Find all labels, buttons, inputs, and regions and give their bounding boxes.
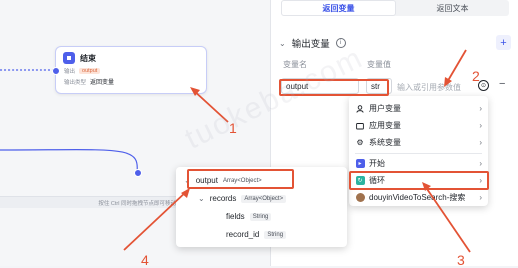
annotation-2: 2 bbox=[472, 68, 480, 84]
popup-row-record-id[interactable]: record_id String bbox=[226, 230, 287, 239]
dropdown-item-label: 用户变量 bbox=[369, 104, 401, 113]
end-node-output-label: 输出 bbox=[64, 69, 76, 75]
status-text: 按住 Ctrl 同时拖拽节点即可移动 bbox=[98, 200, 176, 207]
dropdown-item-label: 应用变量 bbox=[369, 121, 401, 130]
var-name: record_id bbox=[226, 230, 260, 239]
return-mode-tabs: 返回变量 返回文本 bbox=[281, 0, 509, 16]
folder-icon bbox=[355, 122, 365, 130]
dropdown-item-user-vars[interactable]: 用户变量 › bbox=[349, 100, 488, 117]
end-node-input-port[interactable] bbox=[52, 67, 60, 75]
user-icon bbox=[355, 104, 365, 113]
end-node-icon bbox=[63, 52, 75, 64]
column-header-value: 变量值 bbox=[367, 60, 391, 69]
end-node-title: 结束 bbox=[80, 53, 96, 63]
output-variables-header[interactable]: ⌄ 输出变量 i bbox=[279, 36, 346, 50]
start-node-icon: ▸ bbox=[355, 159, 365, 168]
dropdown-item-app-vars[interactable]: 应用变量 › bbox=[349, 117, 488, 134]
end-node[interactable]: 结束 输出 output 输出类型 返回变量 bbox=[55, 46, 207, 94]
dropdown-item-label: 开始 bbox=[369, 159, 385, 168]
var-name: records bbox=[209, 194, 237, 203]
variable-value-input[interactable]: 输入或引用参数值 bbox=[397, 82, 461, 93]
var-name: fields bbox=[226, 212, 245, 221]
chevron-right-icon: › bbox=[479, 159, 482, 168]
chevron-down-icon[interactable]: ⌄ bbox=[279, 39, 286, 48]
chevron-down-icon[interactable]: ⌄ bbox=[198, 194, 205, 203]
popup-row-records[interactable]: ⌄ records Array<Object> bbox=[198, 194, 287, 203]
dropdown-item-plugin[interactable]: douyinVideoToSearch-搜索 › bbox=[349, 189, 488, 206]
remove-variable-button[interactable]: − bbox=[499, 78, 505, 90]
section-title: 输出变量 bbox=[291, 39, 330, 50]
end-node-return-value: 返回变量 bbox=[90, 80, 115, 86]
chevron-right-icon: › bbox=[479, 193, 482, 202]
highlight-box-loop-item bbox=[349, 171, 489, 190]
chevron-right-icon: › bbox=[479, 104, 482, 113]
end-node-return-label: 输出类型 bbox=[64, 79, 87, 86]
chevron-right-icon: › bbox=[479, 138, 482, 147]
gear-icon: ⚙ bbox=[356, 138, 364, 147]
var-type: String bbox=[249, 212, 272, 221]
tab-return-variable[interactable]: 返回变量 bbox=[281, 0, 396, 16]
highlight-box-output-row bbox=[187, 169, 294, 189]
var-type: Array<Object> bbox=[241, 194, 287, 203]
edge-target-port[interactable] bbox=[134, 169, 142, 177]
end-node-output-var: output bbox=[79, 68, 101, 74]
var-type: String bbox=[264, 230, 287, 239]
popup-row-fields[interactable]: fields String bbox=[226, 212, 272, 221]
dropdown-item-start[interactable]: ▸ 开始 › bbox=[349, 155, 488, 172]
dropdown-item-label: 系统变量 bbox=[369, 138, 401, 147]
dropdown-item-system-vars[interactable]: ⚙ 系统变量 › bbox=[349, 134, 488, 151]
dropdown-item-label: douyinVideoToSearch-搜索 bbox=[369, 193, 466, 202]
tab-return-text[interactable]: 返回文本 bbox=[396, 0, 509, 16]
plugin-avatar-icon bbox=[355, 193, 365, 202]
chevron-right-icon: › bbox=[479, 121, 482, 130]
add-variable-button[interactable]: + bbox=[496, 35, 511, 50]
dropdown-divider bbox=[355, 153, 482, 154]
